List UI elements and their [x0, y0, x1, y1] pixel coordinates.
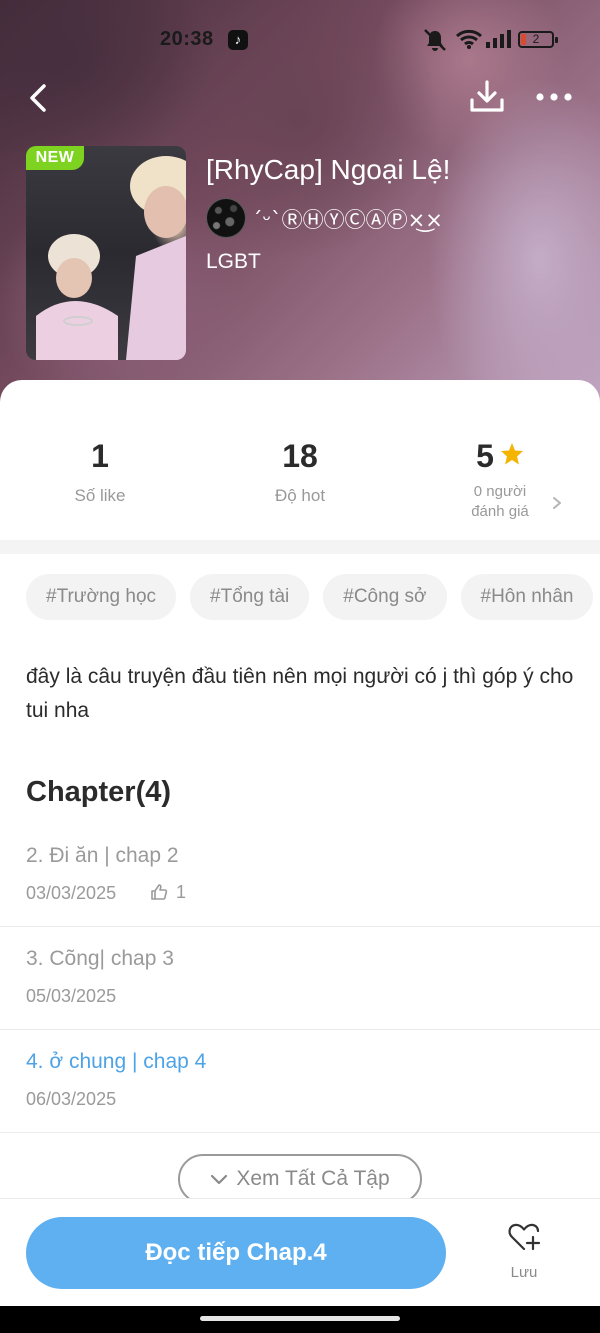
- story-detail-card: 1 Số like 18 Độ hot 5 0 người đánh giá #…: [0, 380, 600, 1333]
- section-divider: [0, 540, 600, 554]
- rating-count-label: 0 người: [473, 483, 527, 500]
- chevron-left-icon: [30, 84, 46, 112]
- genre-label[interactable]: LGBT: [206, 250, 261, 274]
- signal-icon: [486, 30, 512, 53]
- chapter-title: 2. Đi ăn | chap 2: [26, 844, 179, 867]
- home-indicator[interactable]: [200, 1316, 400, 1321]
- story-title: [RhyCap] Ngoại Lệ!: [206, 154, 451, 185]
- chapter-row-current[interactable]: 4. ở chung | chap 4 06/03/2025: [0, 1030, 600, 1133]
- chevron-right-icon[interactable]: [550, 495, 564, 511]
- download-button[interactable]: [468, 78, 506, 116]
- stat-rating[interactable]: 5 0 người đánh giá: [400, 436, 600, 522]
- status-bar: 20:38 ♪ 2: [0, 26, 600, 56]
- star-icon: [500, 443, 523, 465]
- hot-label: Độ hot: [274, 486, 326, 505]
- heart-plus-icon: [508, 1223, 541, 1251]
- cover-illustration: [36, 156, 186, 360]
- status-time: 20:38: [160, 28, 214, 50]
- chapter-date: 06/03/2025: [26, 1089, 117, 1109]
- tag-chip[interactable]: #Tổng tài: [190, 574, 310, 620]
- author-avatar[interactable]: [206, 198, 246, 238]
- author-name[interactable]: ´ᵕ`ⓇⒽⓎⒸⒶⓅ×͜×: [252, 204, 443, 234]
- thumbs-up-icon: [151, 884, 168, 900]
- chevron-down-icon: [211, 1174, 228, 1185]
- stat-likes: 1 Số like: [0, 436, 200, 506]
- new-badge: NEW: [26, 146, 84, 170]
- mute-icon: [422, 28, 448, 57]
- tag-chip[interactable]: #Trường học: [26, 574, 177, 620]
- story-description: đây là câu truyện đầu tiên nên mọi người…: [26, 665, 574, 722]
- wifi-icon: [455, 28, 483, 55]
- rating-count-label-2: đánh giá: [471, 503, 529, 520]
- more-options-button[interactable]: [534, 86, 574, 108]
- save-label: Lưu: [510, 1264, 538, 1281]
- chapter-row[interactable]: 3. Cõng| chap 3 05/03/2025: [0, 927, 600, 1030]
- chapter-title: 4. ở chung | chap 4: [26, 1050, 207, 1073]
- more-horizontal-icon: [536, 93, 572, 101]
- chapter-row[interactable]: 2. Đi ăn | chap 2 03/03/2025 1: [0, 824, 600, 927]
- download-icon: [470, 80, 504, 112]
- back-button[interactable]: [22, 80, 58, 116]
- likes-label: Số like: [74, 486, 126, 505]
- chapter-date: 03/03/2025: [26, 883, 117, 903]
- tiktok-notification-icon: ♪: [228, 30, 248, 50]
- tag-chip[interactable]: #Hôn nhân: [460, 574, 594, 620]
- likes-value: 1: [91, 438, 109, 474]
- chapter-title: 3. Cõng| chap 3: [26, 947, 174, 970]
- save-button[interactable]: Lưu: [494, 1221, 554, 1291]
- view-all-label: Xem Tất Cả Tập: [236, 1167, 390, 1190]
- bottom-action-bar: Đọc tiếp Chap.4 Lưu: [0, 1198, 600, 1306]
- chapter-date: 05/03/2025: [26, 986, 117, 1006]
- battery-icon: 2: [518, 31, 558, 48]
- stat-hot: 18 Độ hot: [200, 436, 400, 506]
- view-all-chapters-button[interactable]: Xem Tất Cả Tập: [178, 1154, 422, 1204]
- story-cover-image: [26, 146, 186, 360]
- rating-value: 5: [476, 438, 494, 474]
- hot-value: 18: [282, 438, 318, 474]
- continue-reading-button[interactable]: Đọc tiếp Chap.4: [26, 1217, 446, 1289]
- chapter-like-count: 1: [176, 882, 187, 902]
- battery-level: 2: [532, 32, 540, 46]
- chapter-heading: Chapter(4): [26, 776, 172, 808]
- tag-list: #Trường học #Tổng tài #Công sở #Hôn nhân: [26, 574, 600, 622]
- chapter-likes: 1: [150, 882, 186, 903]
- tag-chip[interactable]: #Công sở: [323, 574, 447, 620]
- system-navigation-bar: [0, 1306, 600, 1333]
